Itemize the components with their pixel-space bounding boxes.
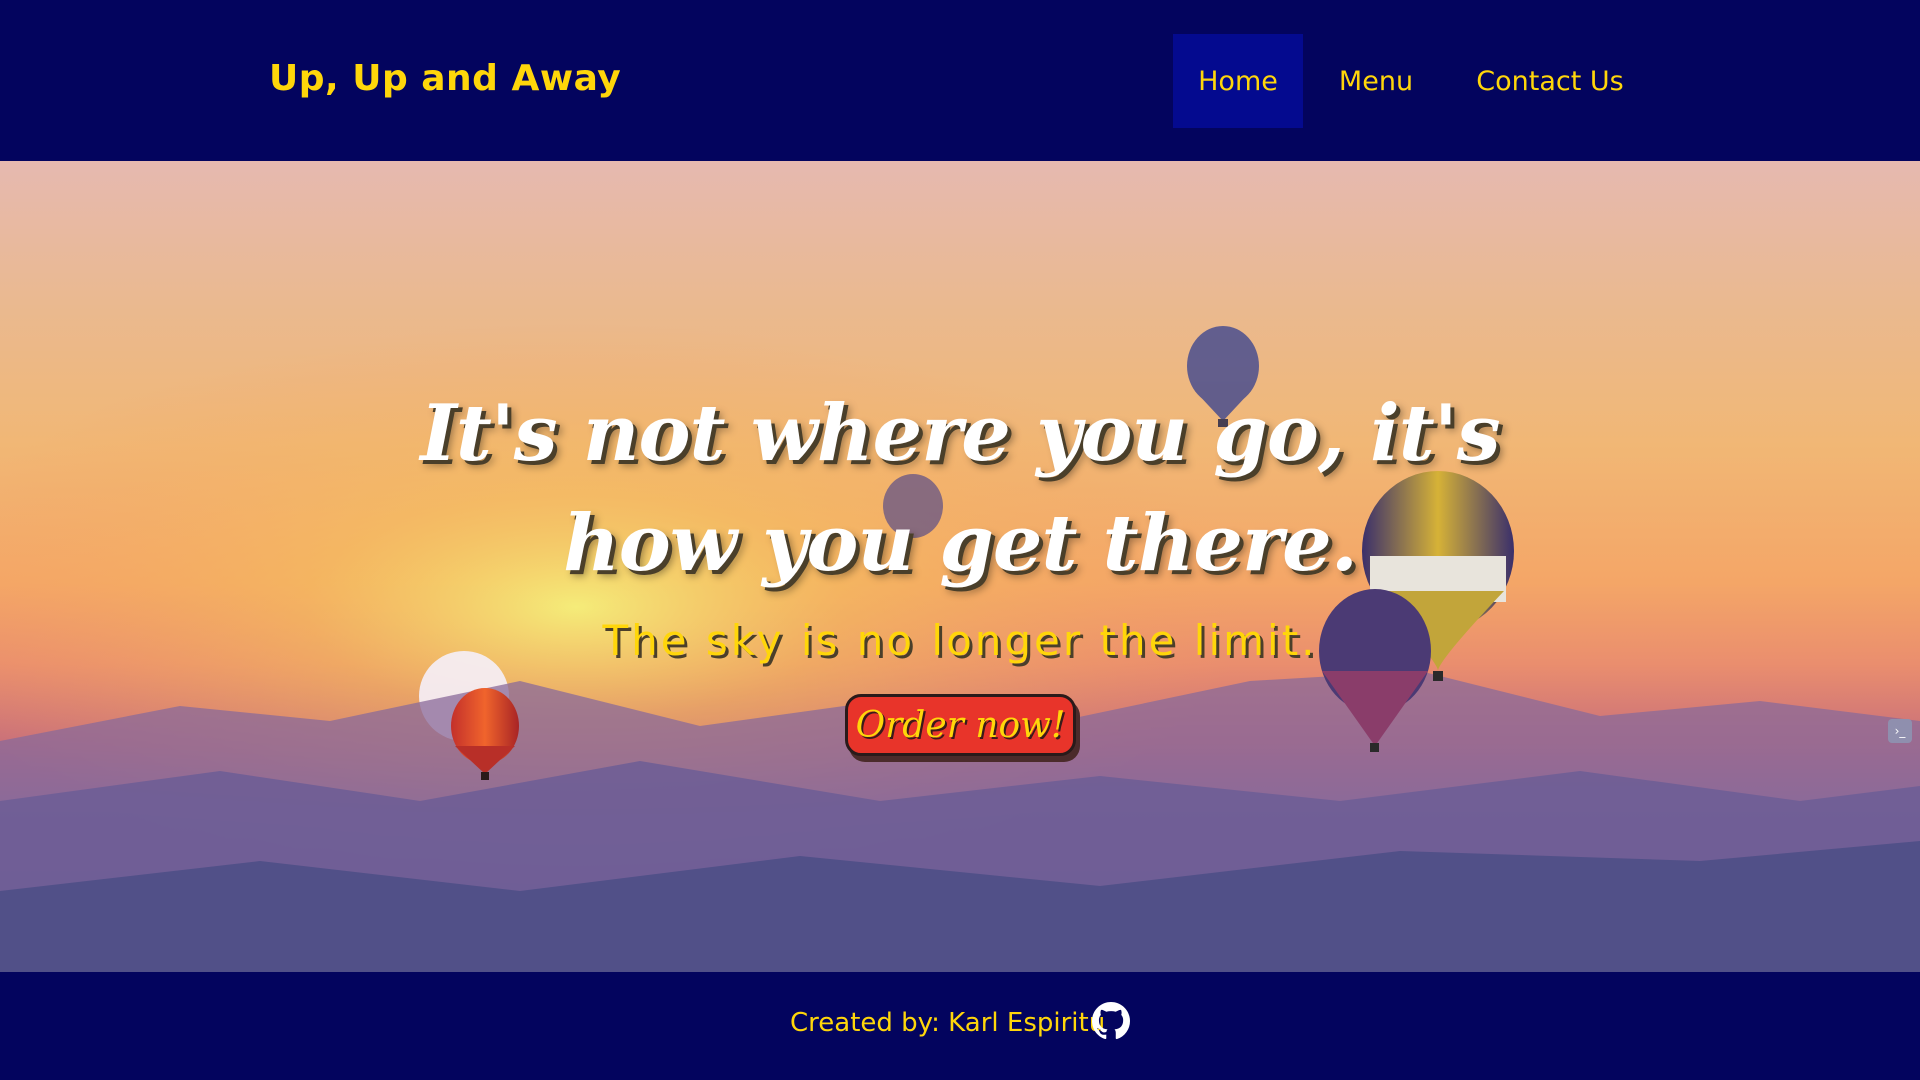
- order-now-button[interactable]: Order now!: [845, 694, 1076, 756]
- main-nav: Home Menu Contact Us: [1173, 34, 1651, 128]
- nav-home[interactable]: Home: [1173, 34, 1303, 128]
- hero-subline: The sky is no longer the limit.: [602, 616, 1318, 665]
- nav-menu[interactable]: Menu: [1303, 34, 1449, 128]
- hero-section: It's not where you go, it's how you get …: [0, 161, 1920, 972]
- side-toggle-icon[interactable]: ›_: [1888, 719, 1912, 743]
- github-icon[interactable]: [1092, 1002, 1130, 1040]
- hero-headline: It's not where you go, it's how you get …: [420, 388, 1500, 589]
- footer-credit: Created by: Karl Espiritu: [790, 1008, 1106, 1038]
- brand-logo[interactable]: Up, Up and Away: [269, 58, 621, 99]
- site-header: Up, Up and Away Home Menu Contact Us: [0, 0, 1920, 161]
- nav-contact-us[interactable]: Contact Us: [1449, 34, 1651, 128]
